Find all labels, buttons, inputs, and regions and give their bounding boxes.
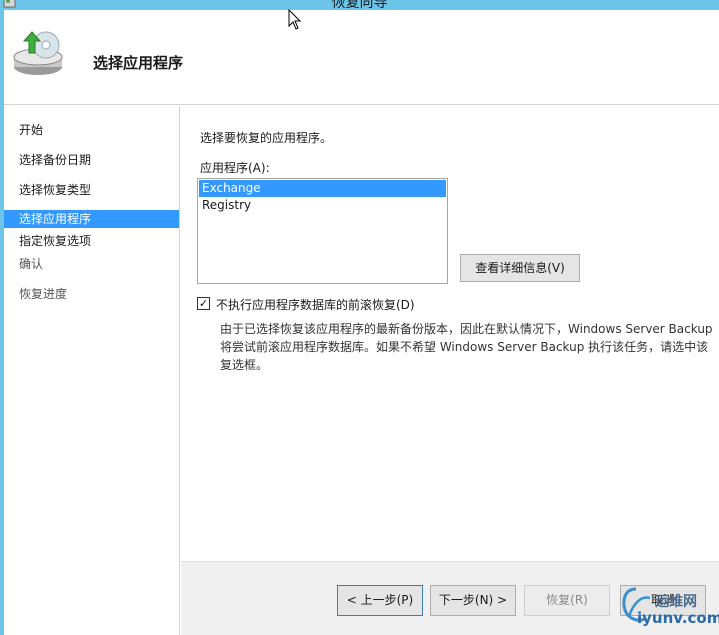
wizard-nav: 开始 选择备份日期 选择恢复类型 选择应用程序 指定恢复选项 确认 恢复进度 — [4, 106, 180, 635]
nav-item-backup-date[interactable]: 选择备份日期 — [4, 151, 179, 169]
list-item-exchange[interactable]: Exchange — [199, 180, 446, 197]
watermark-cn: 运维网 — [655, 594, 697, 610]
window-titlebar[interactable]: 恢复向导 — [0, 0, 719, 10]
no-rollforward-label[interactable]: 不执行应用程序数据库的前滚恢复(D) — [216, 296, 415, 313]
rollforward-description: 由于已选择恢复该应用程序的最新备份版本，因此在默认情况下，Windows Ser… — [220, 322, 713, 372]
nav-item-recovery-options[interactable]: 指定恢复选项 — [4, 232, 179, 250]
applications-label: 应用程序(A): — [200, 161, 270, 175]
wizard-header: 选择应用程序 — [4, 10, 719, 105]
nav-item-start[interactable]: 开始 — [4, 121, 179, 139]
nav-item-select-application[interactable]: 选择应用程序 — [4, 210, 179, 228]
watermark-domain: iyunv.com — [637, 609, 719, 627]
mouse-cursor-icon — [288, 9, 302, 30]
instruction-text: 选择要恢复的应用程序。 — [200, 131, 333, 145]
backup-drive-icon — [13, 31, 63, 75]
restore-button: 恢复(R) — [524, 585, 610, 616]
nav-item-progress: 恢复进度 — [19, 287, 68, 301]
previous-button[interactable]: < 上一步(P) — [337, 585, 423, 616]
page-title: 选择应用程序 — [93, 54, 184, 72]
view-details-button[interactable]: 查看详细信息(V) — [460, 254, 580, 282]
list-item-registry[interactable]: Registry — [199, 197, 446, 214]
wizard-content: 选择要恢复的应用程序。 应用程序(A): Exchange Registry 查… — [181, 106, 719, 561]
no-rollforward-checkbox[interactable]: ✓ — [197, 297, 210, 310]
window-title: 恢复向导 — [331, 0, 388, 10]
next-button[interactable]: 下一步(N) > — [430, 585, 516, 616]
nav-item-confirm: 确认 — [19, 257, 44, 271]
nav-item-recovery-type[interactable]: 选择恢复类型 — [4, 181, 179, 199]
watermark: 运维网 iyunv.com — [612, 584, 719, 632]
applications-listbox[interactable]: Exchange Registry — [197, 178, 448, 284]
